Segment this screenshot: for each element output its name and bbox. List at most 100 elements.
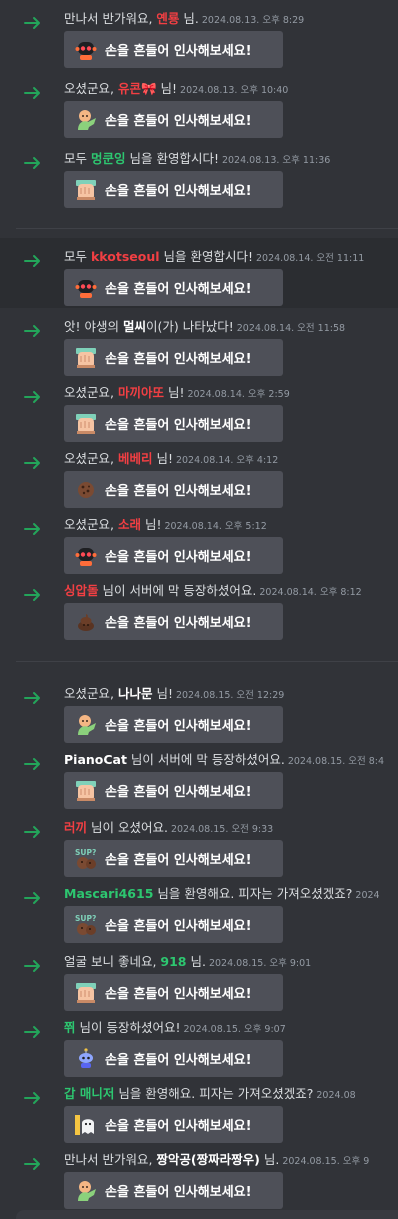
poop-sticker-icon (73, 609, 99, 635)
hand-wave-sticker-icon (73, 345, 99, 371)
message-timestamp: 2024.08.14. 오후 8:12 (259, 587, 362, 598)
wave-button-label: 손을 흔들어 인사해보세요! (105, 550, 252, 565)
robot-sticker-icon (73, 543, 99, 569)
member-name[interactable]: 짱악공(짱짜라짱우) (156, 1152, 259, 1167)
member-name[interactable]: 쮜 (64, 1020, 76, 1035)
member-name[interactable]: 싱압돌 (64, 583, 99, 598)
wave-to-say-hi-button[interactable]: 손을 흔들어 인사해보세요! (64, 974, 283, 1011)
message-suffix: 님! (140, 517, 162, 532)
member-name[interactable]: 소래 (118, 517, 141, 532)
wave-to-say-hi-button[interactable]: 손을 흔들어 인사해보세요! (64, 269, 283, 306)
wumpus-wave-sticker-icon (73, 107, 99, 133)
join-arrow-icon (24, 958, 42, 972)
join-message-text: 오셨군요, 나나문 님! 2024.08.15. 오전 12:29 (64, 686, 284, 704)
wave-to-say-hi-button[interactable]: SUP? 손을 흔들어 인사해보세요! (64, 906, 283, 943)
join-message-text: 앗! 야생의 멀씨이(가) 나타났다! 2024.08.14. 오전 11:58 (64, 319, 345, 337)
message-prefix: 모두 (64, 151, 91, 166)
hand-wave-sticker-icon (73, 778, 99, 804)
join-message-text: PianoCat 님이 서버에 막 등장하셨어요. 2024.08.15. 오전 … (64, 752, 384, 770)
wumpus-wave-sticker-icon (73, 1178, 99, 1204)
wave-button-label: 손을 흔들어 인사해보세요! (105, 1053, 252, 1068)
wave-button-label: 손을 흔들어 인사해보세요! (105, 785, 252, 800)
join-message-text: 쮜 님이 등장하셨어요! 2024.08.15. 오후 9:07 (64, 1020, 286, 1038)
join-arrow-icon (24, 85, 42, 99)
message-suffix: 님! (152, 451, 173, 466)
member-name[interactable]: PianoCat (64, 752, 127, 767)
wave-to-say-hi-button[interactable]: 손을 흔들어 인사해보세요! (64, 1106, 283, 1143)
hand-wave-sticker-icon (73, 411, 99, 437)
member-name[interactable]: 멍쿤잉 (91, 151, 126, 166)
wave-button-label: 손을 흔들어 인사해보세요! (105, 719, 252, 734)
member-name[interactable]: 918 (160, 954, 186, 969)
message-suffix: 님이 등장하셨어요! (75, 1020, 181, 1035)
message-suffix: 이(가) 나타났다! (145, 319, 234, 334)
member-name[interactable]: 러끼 (64, 820, 87, 835)
join-message-text: 오셨군요, 유콘🎀 님! 2024.08.13. 오후 10:40 (64, 81, 288, 99)
wave-to-say-hi-button[interactable]: 손을 흔들어 인사해보세요! (64, 31, 283, 68)
join-message-text: 얼굴 보니 좋네요, 918 님. 2024.08.15. 오후 9:01 (64, 954, 311, 972)
message-timestamp: 2024.08.14. 오전 11:11 (256, 253, 365, 264)
wave-to-say-hi-button[interactable]: 손을 흔들어 인사해보세요! (64, 706, 283, 743)
wave-to-say-hi-button[interactable]: SUP? 손을 흔들어 인사해보세요! (64, 840, 283, 877)
system-join-message: 갑 매니저 님을 환영해요. 피자는 가져오셨겠죠? 2024.08 손을 흔들어… (0, 1075, 398, 1143)
join-arrow-icon (24, 323, 42, 337)
blue-robot-sticker-icon (73, 1046, 99, 1072)
message-timestamp: 2024.08.13. 오후 10:40 (180, 85, 289, 96)
message-prefix: 오셨군요, (64, 686, 118, 701)
wave-to-say-hi-button[interactable]: 손을 흔들어 인사해보세요! (64, 405, 283, 442)
wave-button-label: 손을 흔들어 인사해보세요! (105, 616, 252, 631)
member-name[interactable]: 마끼아또 (118, 385, 164, 400)
message-suffix: 님! (152, 686, 173, 701)
wumpus-wave-sticker-icon (73, 712, 99, 738)
wave-to-say-hi-button[interactable]: 손을 흔들어 인사해보세요! (64, 101, 283, 138)
message-suffix: 님. (186, 954, 206, 969)
hand-wave-sticker-icon (73, 980, 99, 1006)
message-suffix: 님이 서버에 막 등장하셨어요. (98, 583, 257, 598)
date-divider (16, 228, 398, 229)
system-join-message: 쮜 님이 등장하셨어요! 2024.08.15. 오후 9:07 손을 흔들어 인… (0, 1009, 398, 1077)
member-name[interactable]: 옌룡 (156, 11, 179, 26)
member-name[interactable]: 베베리 (118, 451, 153, 466)
wave-to-say-hi-button[interactable]: 손을 흔들어 인사해보세요! (64, 1040, 283, 1077)
message-suffix: 님이 서버에 막 등장하셨어요. (126, 752, 285, 767)
wave-to-say-hi-button[interactable]: 손을 흔들어 인사해보세요! (64, 471, 283, 508)
join-arrow-icon (24, 890, 42, 904)
wave-button-label: 손을 흔들어 인사해보세요! (105, 282, 252, 297)
message-timestamp: 2024.08.15. 오후 9:07 (183, 1024, 286, 1035)
message-composer-edge[interactable] (16, 1210, 398, 1219)
join-message-text: 오셨군요, 베베리 님! 2024.08.14. 오후 4:12 (64, 451, 278, 469)
message-prefix: 오셨군요, (64, 517, 118, 532)
message-timestamp: 2024 (355, 890, 380, 901)
system-join-message: 만나서 반가워요, 옌룡 님. 2024.08.13. 오후 8:29 손을 흔들… (0, 0, 398, 70)
member-name[interactable]: kkotseoul (91, 249, 160, 264)
wave-to-say-hi-button[interactable]: 손을 흔들어 인사해보세요! (64, 171, 283, 208)
message-timestamp: 2024.08.13. 오후 8:29 (201, 15, 305, 26)
member-name[interactable]: 멀씨 (123, 319, 146, 334)
wave-to-say-hi-button[interactable]: 손을 흔들어 인사해보세요! (64, 1172, 283, 1209)
join-arrow-icon (24, 15, 42, 29)
wave-to-say-hi-button[interactable]: 손을 흔들어 인사해보세요! (64, 772, 283, 809)
svg-text:SUP?: SUP? (75, 848, 96, 857)
wave-to-say-hi-button[interactable]: 손을 흔들어 인사해보세요! (64, 603, 283, 640)
join-arrow-icon (24, 389, 42, 403)
ghost-sticker-icon (73, 1112, 99, 1138)
wave-button-label: 손을 흔들어 인사해보세요! (105, 919, 252, 934)
member-name[interactable]: 갑 매니저 (64, 1086, 114, 1101)
wave-to-say-hi-button[interactable]: 손을 흔들어 인사해보세요! (64, 537, 283, 574)
member-name[interactable]: 유콘🎀 (118, 81, 157, 96)
wave-to-say-hi-button[interactable]: 손을 흔들어 인사해보세요! (64, 339, 283, 376)
system-join-message: 싱압돌 님이 서버에 막 등장하셨어요. 2024.08.14. 오후 8:12 … (0, 572, 398, 644)
wave-button-label: 손을 흔들어 인사해보세요! (105, 418, 252, 433)
message-suffix: 님! (156, 81, 178, 96)
join-arrow-icon (24, 587, 42, 601)
join-message-text: 오셨군요, 마끼아또 님! 2024.08.14. 오후 2:59 (64, 385, 290, 403)
member-name[interactable]: 나나문 (118, 686, 153, 701)
system-join-message: 앗! 야생의 멀씨이(가) 나타났다! 2024.08.14. 오전 11:58 … (0, 308, 398, 376)
message-timestamp: 2024.08.13. 오후 11:36 (221, 155, 331, 166)
message-prefix: 오셨군요, (64, 451, 118, 466)
system-join-message: 모두 kkotseoul 님을 환영합시다! 2024.08.14. 오전 11:… (0, 238, 398, 308)
member-name[interactable]: Mascari4615 (64, 886, 153, 901)
hand-wave-sticker-icon (73, 177, 99, 203)
system-join-message: 모두 멍쿤잉 님을 환영합시다! 2024.08.13. 오후 11:36 손을 … (0, 140, 398, 208)
system-join-message: 얼굴 보니 좋네요, 918 님. 2024.08.15. 오후 9:01 손을 … (0, 943, 398, 1011)
